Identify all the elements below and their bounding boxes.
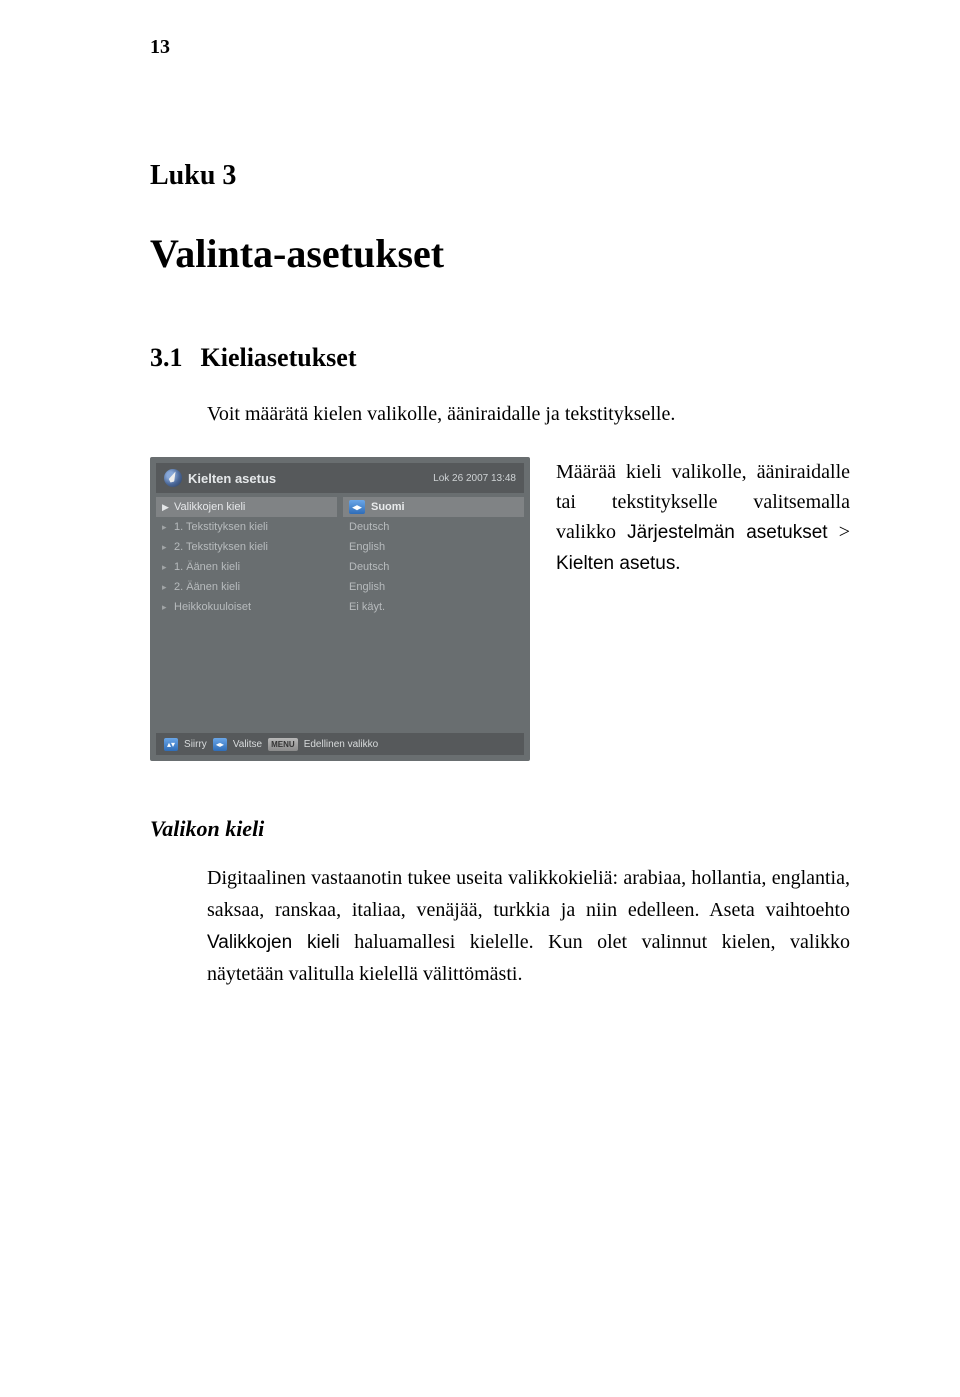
body-paragraph: Määrää kieli valikolle, ääniraidalle tai… bbox=[556, 457, 850, 578]
intro-text: Voit määrätä kielen valikolle, ääniraida… bbox=[207, 399, 850, 429]
value-item: English bbox=[343, 537, 524, 557]
menu-item-label: 1. Tekstityksen kieli bbox=[174, 521, 268, 533]
chevron-right-icon: ▸ bbox=[162, 562, 169, 573]
value-item-selected[interactable]: ◂▸ Suomi bbox=[343, 497, 524, 517]
section-heading: 3.1 Kieliasetukset bbox=[150, 343, 850, 373]
menu-path-part1: Järjestelmän asetukset bbox=[627, 522, 827, 543]
menu-item-label: Valikkojen kieli bbox=[174, 501, 245, 513]
menu-item[interactable]: ▸ 2. Tekstityksen kieli bbox=[156, 537, 337, 557]
screenshot-title-text: Kielten asetus bbox=[188, 471, 276, 486]
screenshot-footer: ▴▾ Siirry ◂▸ Valitse MENU Edellinen vali… bbox=[156, 733, 524, 755]
paragraph-valikon-kieli: Digitaalinen vastaanotin tukee useita va… bbox=[207, 862, 850, 990]
menu-item[interactable]: ▸ 1. Äänen kieli bbox=[156, 557, 337, 577]
para-option: Valikkojen kieli bbox=[207, 932, 340, 953]
chevron-right-icon: ▸ bbox=[162, 542, 169, 553]
chapter-label: Luku 3 bbox=[150, 160, 850, 192]
value-item-label: English bbox=[349, 581, 385, 593]
value-item: Deutsch bbox=[343, 517, 524, 537]
page-number: 13 bbox=[150, 36, 170, 59]
body-text-post: . bbox=[675, 552, 680, 574]
chevron-right-icon: ▸ bbox=[162, 522, 169, 533]
value-item: Deutsch bbox=[343, 557, 524, 577]
footer-select-label: Valitse bbox=[233, 739, 262, 750]
value-item-label: Deutsch bbox=[349, 561, 389, 573]
section-title: Kieliasetukset bbox=[201, 343, 357, 373]
screenshot-title: Kielten asetus bbox=[164, 469, 276, 487]
leftright-key-icon: ◂▸ bbox=[213, 738, 227, 751]
chevron-right-icon: ▸ bbox=[162, 602, 169, 613]
rocket-icon bbox=[164, 469, 182, 487]
left-right-icon: ◂▸ bbox=[349, 500, 365, 514]
chevron-right-icon: ▸ bbox=[162, 582, 169, 593]
value-item-label: Deutsch bbox=[349, 521, 389, 533]
menu-item-label: 2. Tekstityksen kieli bbox=[174, 541, 268, 553]
value-item-label: English bbox=[349, 541, 385, 553]
footer-move-label: Siirry bbox=[184, 739, 207, 750]
screenshot-header: Kielten asetus Lok 26 2007 13:48 bbox=[156, 463, 524, 493]
screenshot-spacer bbox=[156, 621, 524, 729]
menu-item[interactable]: ▸ 1. Tekstityksen kieli bbox=[156, 517, 337, 537]
screenshot-body: ▶ Valikkojen kieli ▸ 1. Tekstityksen kie… bbox=[156, 497, 524, 617]
left-menu-column: ▶ Valikkojen kieli ▸ 1. Tekstityksen kie… bbox=[156, 497, 337, 617]
value-item: Ei käyt. bbox=[343, 597, 524, 617]
settings-screenshot: Kielten asetus Lok 26 2007 13:48 ▶ Valik… bbox=[150, 457, 530, 761]
section-number: 3.1 bbox=[150, 343, 183, 373]
screenshot-date: Lok 26 2007 13:48 bbox=[433, 473, 516, 484]
value-item-label: Suomi bbox=[371, 501, 405, 513]
para-pre: Digitaalinen vastaanotin tukee useita va… bbox=[207, 867, 850, 921]
menu-item-selected[interactable]: ▶ Valikkojen kieli bbox=[156, 497, 337, 517]
menu-item[interactable]: ▸ Heikkokuuloiset bbox=[156, 597, 337, 617]
menu-item-label: 2. Äänen kieli bbox=[174, 581, 240, 593]
menu-path-part2: Kielten asetus bbox=[556, 553, 675, 574]
menu-path-sep: > bbox=[828, 521, 850, 543]
value-item: English bbox=[343, 577, 524, 597]
subheading-valikon-kieli: Valikon kieli bbox=[150, 816, 850, 842]
right-value-column: ◂▸ Suomi Deutsch English Deutsch English bbox=[343, 497, 524, 617]
menu-item[interactable]: ▸ 2. Äänen kieli bbox=[156, 577, 337, 597]
footer-back-label: Edellinen valikko bbox=[304, 739, 379, 750]
menu-item-label: 1. Äänen kieli bbox=[174, 561, 240, 573]
chapter-title: Valinta-asetukset bbox=[150, 230, 850, 277]
updown-key-icon: ▴▾ bbox=[164, 738, 178, 751]
menu-key-icon: MENU bbox=[268, 738, 298, 751]
value-item-label: Ei käyt. bbox=[349, 601, 385, 613]
menu-item-label: Heikkokuuloiset bbox=[174, 601, 251, 613]
chevron-right-icon: ▶ bbox=[162, 502, 169, 513]
